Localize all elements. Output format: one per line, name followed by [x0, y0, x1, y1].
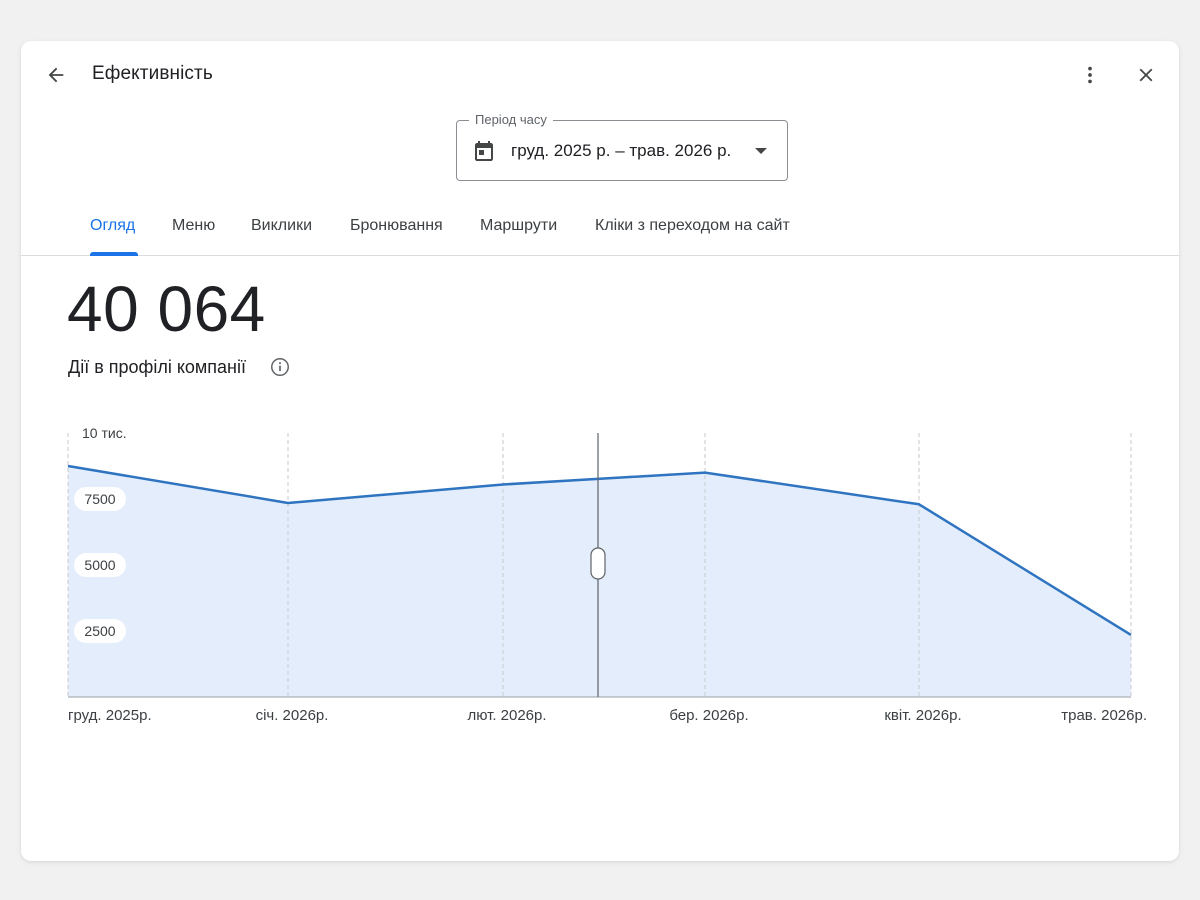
tab-website-clicks[interactable]: Кліки з переходом на сайт	[595, 217, 790, 235]
x-tick-label-2: лют. 2026р.	[467, 707, 546, 724]
period-value: груд. 2025 р. – трав. 2026 р.	[511, 141, 732, 160]
close-icon	[1139, 68, 1153, 82]
chart-area-fill	[68, 466, 1131, 697]
more-vert-icon	[1088, 66, 1092, 84]
arrow-back-icon	[48, 67, 64, 83]
y-tick-label-1: 7500	[84, 491, 115, 507]
dropdown-caret-icon	[755, 148, 767, 154]
tab-bar: Огляд Меню Виклики Бронювання Маршрути К…	[21, 203, 1179, 256]
tab-calls[interactable]: Виклики	[251, 217, 312, 235]
x-tick-label-3: бер. 2026р.	[669, 707, 748, 724]
performance-dialog: 10 тис. 7500 5000 2500 груд. 2025р. січ. 2026…	[21, 41, 1179, 861]
info-icon[interactable]	[269, 356, 291, 378]
x-tick-label-4: квіт. 2026р.	[884, 707, 961, 724]
x-tick-label-1: січ. 2026р.	[256, 707, 329, 724]
tab-menu[interactable]: Меню	[172, 217, 215, 235]
tab-directions[interactable]: Маршрути	[480, 217, 557, 235]
total-actions-value: 40 064	[67, 273, 266, 345]
period-label: Період часу	[469, 112, 553, 127]
close-button[interactable]	[1126, 55, 1166, 95]
y-tick-label-0: 10 тис.	[82, 425, 127, 441]
dialog-title: Ефективність	[92, 63, 213, 84]
metric-label: Дії в профілі компанії	[68, 357, 246, 377]
y-tick-label-2: 5000	[84, 557, 115, 573]
tab-bookings[interactable]: Бронювання	[350, 217, 443, 235]
more-options-button[interactable]	[1070, 55, 1110, 95]
back-button[interactable]	[36, 55, 76, 95]
calendar-icon	[475, 141, 493, 161]
x-tick-label-5: трав. 2026р.	[1061, 707, 1147, 724]
hover-drag-handle[interactable]	[590, 547, 606, 580]
y-tick-label-3: 2500	[84, 623, 115, 639]
active-tab-indicator	[90, 252, 138, 256]
x-tick-label-0: груд. 2025р.	[68, 707, 152, 724]
tab-overview[interactable]: Огляд	[90, 217, 135, 235]
period-select[interactable]: Період часу груд. 2025 р. – трав. 2026 р…	[456, 112, 788, 181]
